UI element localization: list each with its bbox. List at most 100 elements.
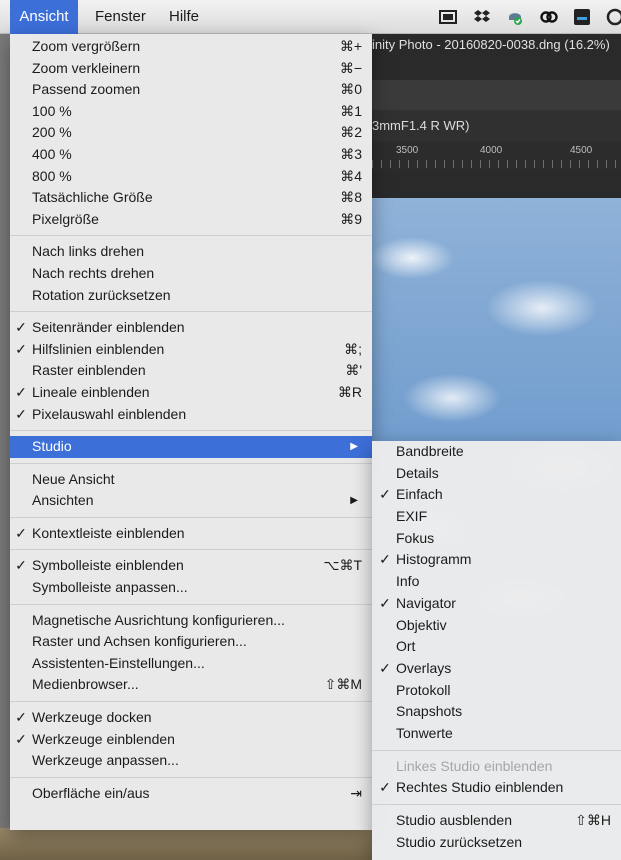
menu-item-label: Rechtes Studio einblenden [396,779,564,796]
menu-item-werkzeuge-anpassen[interactable]: Werkzeuge anpassen... [10,750,372,772]
menu-item-passend-zoomen[interactable]: Passend zoomen ⌘0 [10,79,372,101]
menu-item-shortcut: ⌘0 [340,81,362,98]
menu-item-symbolleiste-einblenden[interactable]: ✓ Symbolleiste einblenden ⌥⌘T [10,555,372,577]
monitor-app-icon[interactable] [573,8,591,26]
menu-item-snapshots[interactable]: Snapshots [372,701,621,723]
ruler-label: 4000 [480,145,503,156]
menu-item-label: Details [396,464,439,481]
menu-item-shortcut: ⌘− [339,59,362,76]
menu-item-bandbreite[interactable]: Bandbreite [372,441,621,463]
menu-item-ort[interactable]: Ort [372,636,621,658]
dropbox-icon[interactable] [473,8,491,26]
document-toolbar [372,80,621,110]
menu-item-tonwerte[interactable]: Tonwerte [372,723,621,745]
menu-item-label: EXIF [396,508,428,525]
menu-item-werkzeuge-docken[interactable]: ✓ Werkzeuge docken [10,707,372,729]
menu-item-label: Objektiv [396,616,447,633]
menu-item-zoom-vergroessern[interactable]: Zoom vergrößern ⌘+ [10,36,372,58]
menu-item-protokoll[interactable]: Protokoll [372,680,621,702]
menu-item-medienbrowser[interactable]: Medienbrowser... ⇧⌘M [10,674,372,696]
menu-item-400[interactable]: 400 % ⌘3 [10,144,372,166]
menu-separator [10,776,372,778]
menu-separator [372,749,621,751]
menu-item-100[interactable]: 100 % ⌘1 [10,101,372,123]
menu-item-raster-einblenden[interactable]: Raster einblenden ⌘' [10,360,372,382]
menu-item-kontextleiste-einblenden[interactable]: ✓ Kontextleiste einblenden [10,523,372,545]
menu-item-label: 200 % [32,124,72,141]
menu-item-800[interactable]: 800 % ⌘4 [10,166,372,188]
menu-item-label: Assistenten-Einstellungen... [32,654,205,671]
backup-icon[interactable] [506,8,524,26]
menu-separator [10,235,372,237]
creative-cloud-icon[interactable] [540,8,558,26]
menu-item-lineale-einblenden[interactable]: ✓ Lineale einblenden ⌘R [10,382,372,404]
screen-icon[interactable] [439,8,457,26]
menu-separator [10,516,372,518]
menu-item-label: Symbolleiste einblenden [32,557,184,574]
horizontal-ruler: 3500 4000 4500 [372,142,621,172]
menu-item-details[interactable]: Details [372,463,621,485]
menu-item-neue-ansicht[interactable]: Neue Ansicht [10,469,372,491]
menu-item-ansichten[interactable]: Ansichten ▶ [10,490,372,512]
menu-item-shortcut: ⌘1 [340,102,362,119]
menu-item-label: Raster einblenden [32,362,146,379]
menu-item-label: Studio [32,438,72,455]
menu-item-werkzeuge-einblenden[interactable]: ✓ Werkzeuge einblenden [10,729,372,751]
menubar-hilfe[interactable]: Hilfe [169,0,199,34]
checkmark-icon: ✓ [15,383,27,400]
menu-item-einfach[interactable]: ✓ Einfach [372,484,621,506]
menu-item-label: Tonwerte [396,724,453,741]
menu-item-shortcut: ⌘2 [340,124,362,141]
checkmark-icon: ✓ [15,557,27,574]
menu-item-info[interactable]: Info [372,571,621,593]
menu-item-hilfslinien-einblenden[interactable]: ✓ Hilfslinien einblenden ⌘; [10,339,372,361]
menu-item-seitenraender-einblenden[interactable]: ✓ Seitenränder einblenden [10,317,372,339]
menu-item-label: Zoom vergrößern [32,38,141,54]
menubar-fenster[interactable]: Fenster [95,0,146,34]
menu-item-navigator[interactable]: ✓ Navigator [372,593,621,615]
ruler-ticks [372,160,621,168]
studio-submenu: Bandbreite Details ✓ Einfach EXIF Fokus ✓ Histo… [372,441,621,860]
menu-item-pixelgroesse[interactable]: Pixelgröße ⌘9 [10,209,372,231]
menu-item-label: Neue Ansicht [32,470,115,487]
menu-item-overlays[interactable]: ✓ Overlays [372,658,621,680]
menu-item-label: Einfach [396,486,443,503]
menu-item-nach-links-drehen[interactable]: Nach links drehen [10,241,372,263]
menu-item-shortcut: ⌘+ [339,38,362,54]
checkmark-icon: ✓ [379,486,391,503]
menubar-ansicht[interactable]: Ansicht [10,0,78,34]
menu-item-histogramm[interactable]: ✓ Histogramm [372,549,621,571]
menu-item-assistenten-einstellungen[interactable]: Assistenten-Einstellungen... [10,653,372,675]
menu-item-symbolleiste-anpassen[interactable]: Symbolleiste anpassen... [10,577,372,599]
menu-item-pixelauswahl-einblenden[interactable]: ✓ Pixelauswahl einblenden [10,404,372,426]
menu-item-200[interactable]: 200 % ⌘2 [10,122,372,144]
menu-item-studio-ausblenden[interactable]: Studio ausblenden ⇧⌘H [372,810,621,832]
menu-item-zoom-verkleinern[interactable]: Zoom verkleinern ⌘− [10,58,372,80]
menu-item-label: Nach links drehen [32,243,145,260]
menu-item-label: 800 % [32,167,72,184]
menu-item-studio[interactable]: Studio ▶ [10,436,372,458]
menu-item-rechtes-studio-einblenden[interactable]: ✓ Rechtes Studio einblenden [372,777,621,799]
menu-item-rotation-zuruecksetzen[interactable]: Rotation zurücksetzen [10,285,372,307]
photo-ground-strip [0,828,372,860]
menu-item-label: Tatsächliche Größe [32,189,153,206]
menu-item-label: Ort [396,638,416,655]
menu-item-fokus[interactable]: Fokus [372,528,621,550]
menu-item-label: Symbolleiste anpassen... [32,579,188,596]
menu-item-raster-und-achsen-konfigurieren[interactable]: Raster und Achsen konfigurieren... [10,631,372,653]
menu-item-objektiv[interactable]: Objektiv [372,615,621,637]
menu-item-tatsaechliche-groesse[interactable]: Tatsächliche Größe ⌘8 [10,187,372,209]
menu-item-nach-rechts-drehen[interactable]: Nach rechts drehen [10,263,372,285]
menu-separator [10,430,372,432]
menu-item-oberflaeche-ein-aus[interactable]: Oberfläche ein/aus ⇥ [10,783,372,805]
menu-item-magnetische-ausrichtung-konfigurieren[interactable]: Magnetische Ausrichtung konfigurieren... [10,610,372,632]
menu-item-label: Fokus [396,529,435,546]
menu-item-label: Seitenränder einblenden [32,319,185,336]
menu-item-studio-zuruecksetzen[interactable]: Studio zurücksetzen [372,832,621,854]
canvas-edge [372,172,621,198]
menu-item-label: Medienbrowser... [32,676,139,693]
clock-icon[interactable] [606,8,621,26]
menu-item-exif[interactable]: EXIF [372,506,621,528]
checkmark-icon: ✓ [15,709,27,726]
menu-item-shortcut: ⌘; [344,340,362,357]
